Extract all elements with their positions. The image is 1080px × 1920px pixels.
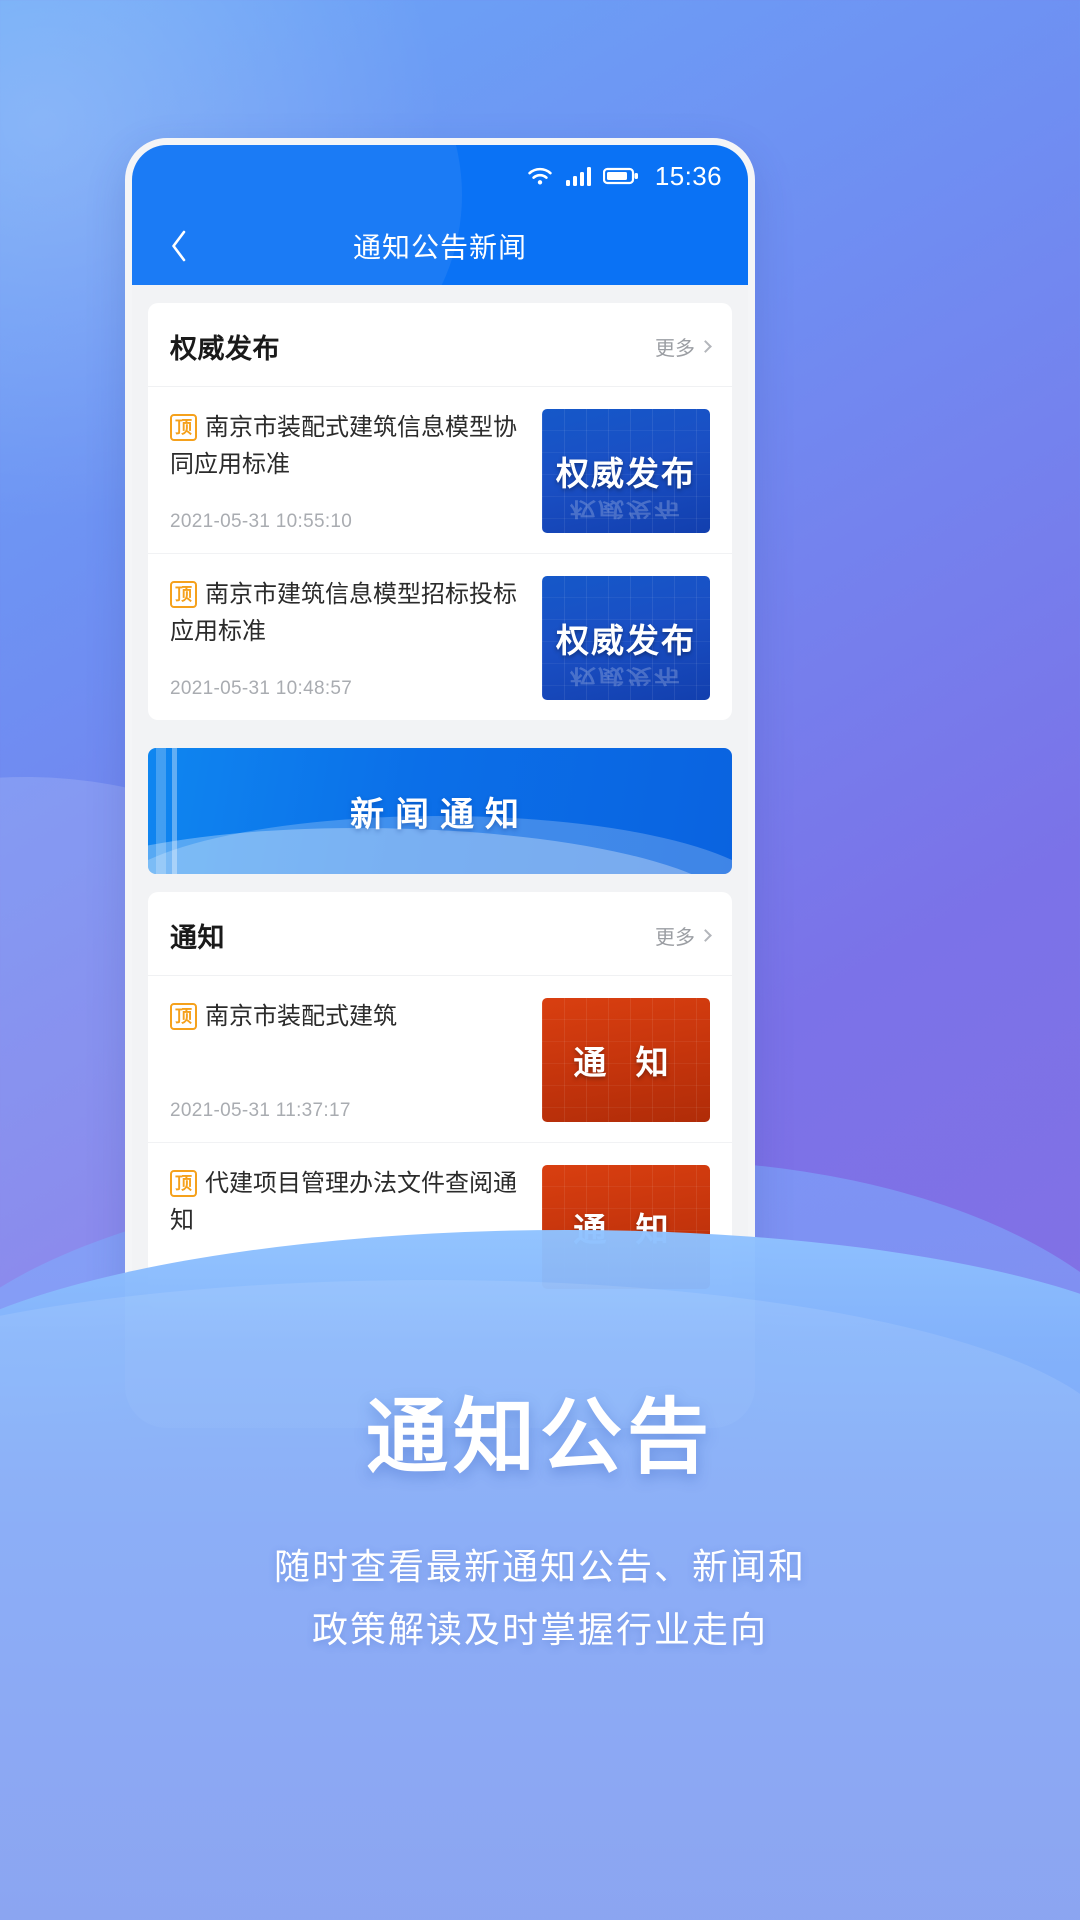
thumbnail-reflection: 权威发布 <box>569 498 682 521</box>
news-notice-banner[interactable]: 新闻通知 <box>148 748 732 874</box>
section-header: 权威发布 更多 <box>148 303 732 387</box>
thumbnail-reflection: 权威发布 <box>569 665 682 688</box>
news-timestamp: 2021-05-31 11:37:17 <box>170 1100 351 1121</box>
list-item[interactable]: 顶南京市装配式建筑 2021-05-31 11:37:17 通 知 <box>148 976 732 1143</box>
section-title: 权威发布 <box>170 334 280 364</box>
news-title-line: 顶南京市建筑信息模型招标投标应用标准 <box>170 576 526 650</box>
status-bar: 15:36 <box>132 145 748 207</box>
phone-mockup: 15:36 通知公告新闻 权威发布 更多 顶 南京市装配式建筑信息模型协同应用标… <box>125 138 755 1428</box>
more-link-authoritative[interactable]: 更多 <box>655 332 712 361</box>
thumbnail-text: 通 知 <box>573 1044 679 1081</box>
chevron-right-icon <box>699 340 712 353</box>
status-bar-time: 15:36 <box>654 160 722 191</box>
news-thumbnail: 通 知 <box>542 1165 710 1289</box>
status-badge: 顶 <box>170 581 197 608</box>
thumbnail-text: 通 知 <box>573 1211 679 1248</box>
app-header: 15:36 通知公告新闻 <box>132 145 748 285</box>
more-link-notice[interactable]: 更多 <box>655 921 712 950</box>
news-thumbnail: 权威发布 权威发布 <box>542 409 710 533</box>
news-text-block: 顶代建项目管理办法文件查阅通知 <box>170 1165 526 1289</box>
news-timestamp: 2021-05-31 10:48:57 <box>170 678 353 699</box>
thumbnail-text: 权威发布 <box>556 455 696 492</box>
news-title-line: 顶代建项目管理办法文件查阅通知 <box>170 1165 526 1239</box>
chevron-right-icon <box>699 929 712 942</box>
page-title: 通知公告新闻 <box>352 232 527 263</box>
news-thumbnail: 通 知 <box>542 998 710 1122</box>
news-title: 南京市建筑信息模型招标投标应用标准 <box>170 581 517 646</box>
wifi-icon <box>525 164 555 188</box>
list-item[interactable]: 顶南京市装配式建筑信息模型协同应用标准 2021-05-31 10:55:10 … <box>148 387 732 554</box>
list-item[interactable]: 顶南京市建筑信息模型招标投标应用标准 2021-05-31 10:48:57 权… <box>148 554 732 720</box>
section-title: 通知 <box>170 923 225 953</box>
news-text-block: 顶南京市装配式建筑信息模型协同应用标准 2021-05-31 10:55:10 <box>170 409 526 533</box>
news-thumbnail: 权威发布 权威发布 <box>542 576 710 700</box>
chevron-left-icon[interactable] <box>158 225 200 267</box>
banner-title: 新闻通知 <box>350 795 530 834</box>
signal-icon <box>565 164 593 188</box>
news-text-block: 顶南京市装配式建筑 2021-05-31 11:37:17 <box>170 998 526 1122</box>
battery-icon <box>602 165 639 187</box>
news-title: 南京市装配式建筑 <box>205 1003 397 1030</box>
news-title-line: 顶南京市装配式建筑信息模型协同应用标准 <box>170 409 526 483</box>
list-item[interactable]: 顶代建项目管理办法文件查阅通知 通 知 <box>148 1143 732 1309</box>
more-label: 更多 <box>655 927 695 949</box>
status-badge: 顶 <box>170 414 197 441</box>
news-title: 代建项目管理办法文件查阅通知 <box>170 1170 517 1235</box>
news-text-block: 顶南京市建筑信息模型招标投标应用标准 2021-05-31 10:48:57 <box>170 576 526 700</box>
phone-screen: 15:36 通知公告新闻 权威发布 更多 顶 南京市装配式建筑信息模型协同应用标… <box>132 145 748 1421</box>
navigation-bar: 通知公告新闻 <box>132 207 748 285</box>
section-header: 通知 更多 <box>148 892 732 976</box>
section-card-authoritative: 权威发布 更多 顶南京市装配式建筑信息模型协同应用标准 2021-05-31 1… <box>148 303 732 720</box>
section-card-notice: 通知 更多 顶南京市装配式建筑 2021-05-31 11:37:17 通 知 … <box>148 892 732 1309</box>
news-timestamp: 2021-05-31 10:55:10 <box>170 511 353 532</box>
thumbnail-text: 权威发布 <box>556 622 696 659</box>
status-badge: 顶 <box>170 1170 197 1197</box>
content-scroll-area[interactable]: 权威发布 更多 顶南京市装配式建筑信息模型协同应用标准 2021-05-31 1… <box>132 303 748 1421</box>
news-title: 南京市装配式建筑信息模型协同应用标准 <box>170 414 517 479</box>
news-title-line: 顶南京市装配式建筑 <box>170 998 526 1035</box>
status-badge: 顶 <box>170 1003 197 1030</box>
more-label: 更多 <box>655 338 695 360</box>
